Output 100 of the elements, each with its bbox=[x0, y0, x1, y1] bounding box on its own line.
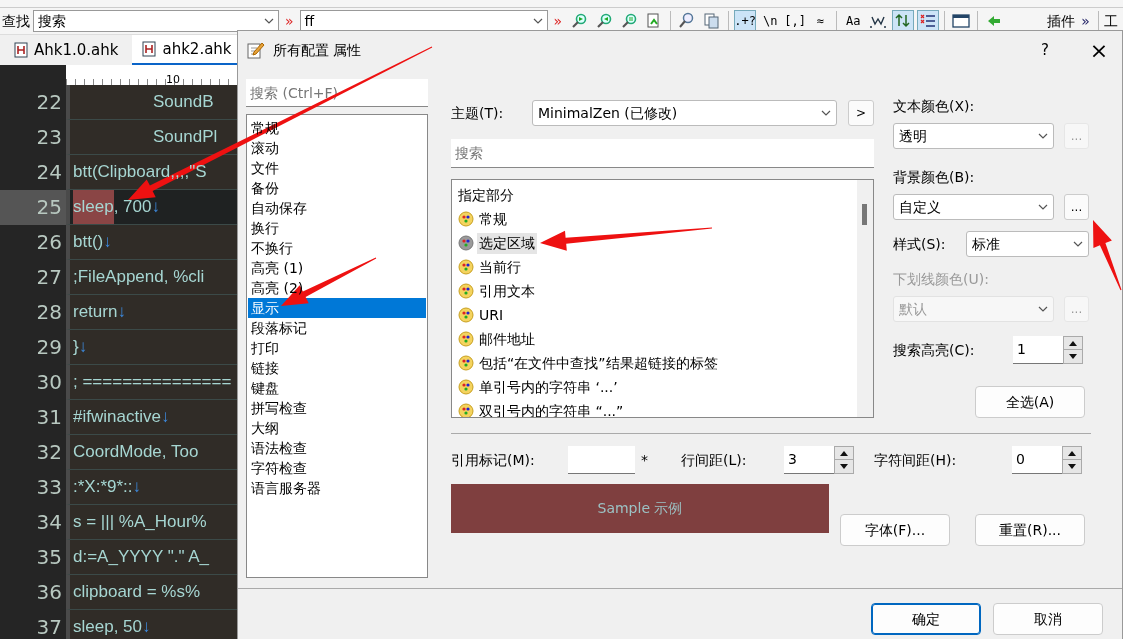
dropdown[interactable]: 透明 bbox=[893, 123, 1054, 149]
search-field[interactable]: 搜索 (Ctrl+F) bbox=[246, 79, 428, 107]
search-field[interactable]: 搜索 bbox=[451, 139, 874, 168]
search-previous-icon bbox=[595, 12, 614, 30]
style-item[interactable]: 邮件地址 bbox=[477, 328, 537, 350]
category-item[interactable]: 字符检查 bbox=[248, 458, 426, 478]
toolbar-button[interactable] bbox=[917, 10, 940, 32]
line-end-mark: ↓ bbox=[151, 196, 160, 218]
spin-up-button[interactable] bbox=[1063, 447, 1081, 460]
number-field[interactable]: 0 bbox=[1012, 446, 1062, 474]
palette-icon bbox=[458, 379, 474, 395]
caret-down-icon bbox=[1069, 354, 1077, 359]
category-item[interactable]: 滚动 bbox=[248, 138, 426, 158]
dropdown[interactable]: 标准 bbox=[965, 231, 1089, 257]
toolbar-button[interactable]: [,] bbox=[784, 10, 807, 32]
category-item[interactable]: 高亮 (2) bbox=[248, 278, 426, 298]
file-icon bbox=[14, 42, 28, 58]
palette-icon bbox=[458, 283, 474, 299]
search-combo[interactable]: 搜索 bbox=[33, 10, 279, 32]
text-field[interactable] bbox=[568, 446, 635, 474]
toolbar-button[interactable]: .+? bbox=[734, 10, 757, 32]
field-label: 引用标记(M): bbox=[451, 450, 536, 470]
category-item[interactable]: 链接 bbox=[248, 358, 426, 378]
theme-select[interactable]: MinimalZen (已修改) bbox=[532, 100, 837, 126]
spin-down-button[interactable] bbox=[1063, 460, 1081, 473]
caret-down-icon bbox=[1068, 464, 1076, 469]
category-item[interactable]: 换行 bbox=[248, 218, 426, 238]
chevron-down-icon bbox=[532, 18, 543, 24]
line-end-mark: ↓ bbox=[142, 616, 151, 638]
spin-up-button[interactable] bbox=[1064, 337, 1082, 350]
highlighted-text: sleep bbox=[73, 190, 114, 224]
required-mark: * bbox=[641, 450, 648, 470]
ok-button[interactable]: 确定 bbox=[871, 603, 981, 635]
category-item[interactable]: 语言服务器 bbox=[248, 478, 426, 498]
more-button[interactable]: ... bbox=[1064, 194, 1089, 220]
category-item[interactable]: 自动保存 bbox=[248, 198, 426, 218]
caret-down-icon bbox=[840, 464, 848, 469]
scrollbar[interactable] bbox=[857, 180, 873, 417]
dropdown[interactable]: 自定义 bbox=[893, 194, 1054, 220]
style-item[interactable]: 双引号内的字符串 “...” bbox=[477, 400, 626, 417]
code-text: btt() bbox=[73, 231, 104, 253]
category-item[interactable]: 大纲 bbox=[248, 418, 426, 438]
style-item[interactable]: 单引号内的字符串 ‘...’ bbox=[477, 376, 620, 398]
chevron-down-icon bbox=[821, 110, 831, 116]
palette-icon bbox=[458, 259, 474, 275]
replace-combo[interactable]: ff bbox=[299, 10, 548, 32]
field-label: 行间距(L): bbox=[681, 450, 748, 470]
category-item[interactable]: 语法检查 bbox=[248, 438, 426, 458]
style-item[interactable]: 选定区域 bbox=[477, 232, 537, 254]
select-all-button[interactable]: 全选(A) bbox=[975, 386, 1085, 418]
category-item[interactable]: 不换行 bbox=[248, 238, 426, 258]
toolbar-label: 插件 bbox=[1047, 11, 1076, 31]
more-button[interactable]: » bbox=[550, 10, 566, 32]
font-button[interactable]: 字体(F)... bbox=[840, 514, 950, 546]
code-text: sleep, 50 bbox=[73, 616, 142, 638]
more-button[interactable]: » bbox=[1078, 10, 1093, 32]
category-item[interactable]: 拼写检查 bbox=[248, 398, 426, 418]
next-button[interactable]: > bbox=[848, 100, 874, 126]
more-button[interactable]: » bbox=[282, 10, 297, 32]
category-item[interactable]: 显示 bbox=[248, 298, 426, 318]
chevron-down-icon bbox=[1038, 306, 1048, 312]
category-item[interactable]: 文件 bbox=[248, 158, 426, 178]
style-item[interactable]: 当前行 bbox=[477, 256, 523, 278]
code-text: :*X:*9*:: bbox=[73, 476, 133, 498]
field-label: 文本颜色(X): bbox=[893, 97, 976, 116]
toolbar-button[interactable] bbox=[892, 10, 915, 32]
help-button[interactable]: ? bbox=[1022, 37, 1068, 63]
number-field[interactable]: 3 bbox=[784, 446, 834, 474]
file-tab[interactable]: Ahk1.0.ahk bbox=[4, 35, 129, 65]
category-item[interactable]: 备份 bbox=[248, 178, 426, 198]
category-item[interactable]: 键盘 bbox=[248, 378, 426, 398]
palette-icon bbox=[458, 235, 474, 251]
close-button[interactable]: × bbox=[1076, 32, 1122, 68]
spin-down-button[interactable] bbox=[1064, 350, 1082, 363]
toolbar-button[interactable]: Aa bbox=[842, 10, 865, 32]
palette-icon bbox=[458, 403, 474, 417]
search-all-icon bbox=[620, 12, 639, 30]
spin-down-button[interactable] bbox=[835, 460, 853, 473]
category-item[interactable]: 打印 bbox=[248, 338, 426, 358]
code-text: ;FileAppend, %cli bbox=[73, 266, 205, 288]
toolbar-button[interactable]: ≈ bbox=[809, 10, 832, 32]
style-item[interactable]: 常规 bbox=[477, 208, 509, 230]
category-item[interactable]: 高亮 (1) bbox=[248, 258, 426, 278]
properties-icon bbox=[246, 40, 265, 60]
toolbar-button[interactable]: \n bbox=[759, 10, 782, 32]
style-item[interactable]: URI bbox=[477, 304, 506, 326]
style-item[interactable]: 包括“在文件中查找”结果超链接的标签 bbox=[477, 352, 720, 374]
field-label: 背景颜色(B): bbox=[893, 168, 976, 187]
category-item[interactable]: 常规 bbox=[248, 118, 426, 138]
search-next-icon bbox=[570, 12, 589, 30]
chevron-down-icon bbox=[264, 18, 274, 24]
cancel-button[interactable]: 取消 bbox=[993, 603, 1103, 635]
reset-button[interactable]: 重置(R)... bbox=[975, 514, 1085, 546]
style-item[interactable]: 引用文本 bbox=[477, 280, 537, 302]
field-label: 搜索高亮(C): bbox=[893, 340, 976, 360]
chevron-down-icon bbox=[1038, 204, 1048, 210]
number-field[interactable]: 1 bbox=[1013, 336, 1063, 364]
spin-up-button[interactable] bbox=[835, 447, 853, 460]
code-text: SoundB bbox=[152, 91, 214, 113]
category-item[interactable]: 段落标记 bbox=[248, 318, 426, 338]
